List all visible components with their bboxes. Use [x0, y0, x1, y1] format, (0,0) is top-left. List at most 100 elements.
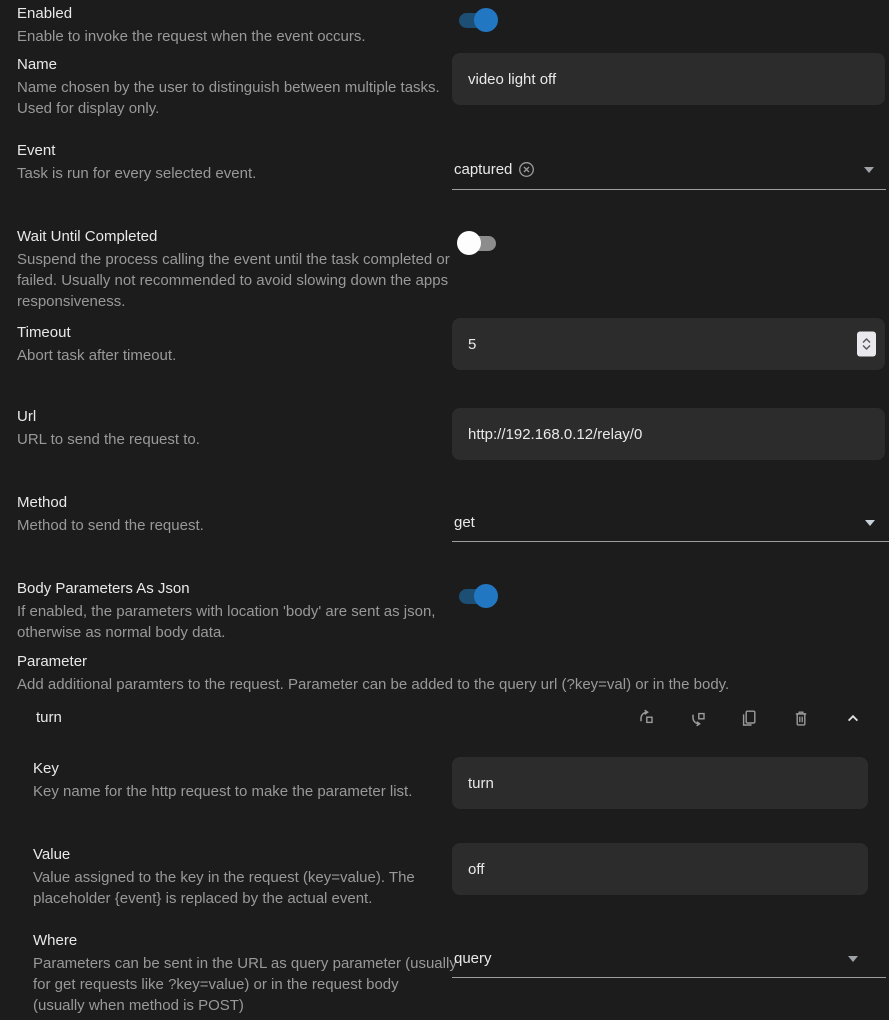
timeout-input[interactable] — [452, 318, 885, 370]
enabled-control-area — [452, 0, 889, 45]
event-label: Event — [17, 141, 452, 160]
key-label: Key — [33, 759, 452, 778]
duplicate-button[interactable] — [740, 709, 758, 727]
wait-text-block: Wait Until Completed Suspend the process… — [0, 210, 452, 318]
http-task-settings-form: Enabled Enable to invoke the request whe… — [0, 0, 889, 1020]
where-select[interactable]: query — [452, 940, 886, 978]
move-before-button[interactable] — [636, 709, 654, 727]
method-label: Method — [17, 493, 452, 512]
timeout-text-block: Timeout Abort task after timeout. — [0, 318, 452, 390]
key-control-area — [452, 740, 889, 830]
url-control-area — [452, 390, 889, 480]
method-select[interactable]: get — [452, 504, 889, 542]
chip-remove-icon[interactable] — [518, 161, 535, 178]
move-after-button[interactable] — [688, 709, 706, 727]
method-selected-value: get — [454, 514, 475, 531]
event-description: Task is run for every selected event. — [17, 163, 452, 184]
value-label: Value — [33, 845, 452, 864]
field-row-value: Value Value assigned to the key in the r… — [0, 830, 889, 920]
delete-button[interactable] — [792, 709, 810, 727]
event-select[interactable]: captured — [452, 150, 886, 190]
wait-description: Suspend the process calling the event un… — [17, 249, 452, 312]
move-after-icon — [688, 709, 706, 727]
parameter-text-block: Parameter Add additional paramters to th… — [0, 645, 889, 695]
method-control-area: get — [452, 480, 889, 560]
field-row-where: Where Parameters can be sent in the URL … — [0, 920, 889, 1020]
chevron-down-icon — [848, 956, 858, 962]
where-selected-value: query — [454, 950, 492, 967]
where-description: Parameters can be sent in the URL as que… — [33, 953, 452, 1016]
timeout-input-wrap — [452, 318, 885, 370]
key-text-block: Key Key name for the http request to mak… — [0, 740, 452, 830]
chevron-down-icon — [865, 520, 875, 526]
enabled-description: Enable to invoke the request when the ev… — [17, 26, 452, 47]
wait-control-area — [452, 210, 889, 318]
timeout-control-area — [452, 318, 889, 390]
enabled-label: Enabled — [17, 4, 452, 23]
parameter-section-header: Parameter Add additional paramters to th… — [0, 645, 889, 695]
value-description: Value assigned to the key in the request… — [33, 867, 452, 909]
value-input[interactable] — [452, 843, 868, 895]
delete-icon — [792, 709, 810, 727]
field-row-timeout: Timeout Abort task after timeout. — [0, 318, 889, 390]
field-row-key: Key Key name for the http request to mak… — [0, 740, 889, 830]
url-description: URL to send the request to. — [17, 429, 452, 450]
key-input[interactable] — [452, 757, 868, 809]
timeout-label: Timeout — [17, 323, 452, 342]
body-json-control-area — [452, 560, 889, 645]
wait-until-completed-toggle[interactable] — [459, 236, 496, 251]
url-text-block: Url URL to send the request to. — [0, 390, 452, 480]
duplicate-icon — [740, 709, 758, 727]
where-label: Where — [33, 931, 452, 950]
url-input[interactable] — [452, 408, 885, 460]
where-selected-value-wrap: query — [452, 940, 886, 977]
parameter-item-actions — [636, 709, 889, 727]
body-params-as-json-toggle[interactable] — [459, 589, 496, 604]
wait-label: Wait Until Completed — [17, 227, 452, 246]
toggle-knob — [457, 231, 481, 255]
event-text-block: Event Task is run for every selected eve… — [0, 126, 452, 210]
body-json-description: If enabled, the parameters with location… — [17, 601, 452, 643]
field-row-url: Url URL to send the request to. — [0, 390, 889, 480]
collapse-button[interactable] — [844, 709, 862, 727]
enabled-text-block: Enabled Enable to invoke the request whe… — [0, 0, 452, 45]
timeout-description: Abort task after timeout. — [17, 345, 452, 366]
value-text-block: Value Value assigned to the key in the r… — [0, 830, 452, 920]
key-description: Key name for the http request to make th… — [33, 781, 452, 802]
field-row-name: Name Name chosen by the user to distingu… — [0, 45, 889, 126]
parameter-label: Parameter — [17, 652, 889, 671]
stepper-down-icon[interactable] — [862, 345, 871, 351]
where-control-area: query — [452, 920, 889, 1020]
move-before-icon — [636, 709, 654, 727]
method-description: Method to send the request. — [17, 515, 452, 536]
field-row-enabled: Enabled Enable to invoke the request whe… — [0, 0, 889, 45]
event-selected-chip: captured — [452, 150, 886, 189]
name-text-block: Name Name chosen by the user to distingu… — [0, 45, 452, 126]
parameter-item-header: turn — [0, 695, 889, 740]
parameter-item-title: turn — [36, 709, 62, 726]
collapse-chevron-up-icon — [844, 709, 862, 727]
enabled-toggle[interactable] — [459, 13, 496, 28]
number-stepper[interactable] — [857, 332, 876, 357]
toggle-knob — [474, 8, 498, 32]
parameter-description: Add additional paramters to the request.… — [17, 674, 889, 695]
name-description: Name chosen by the user to distinguish b… — [17, 77, 452, 119]
body-json-label: Body Parameters As Json — [17, 579, 452, 598]
name-label: Name — [17, 55, 452, 74]
toggle-knob — [474, 584, 498, 608]
field-row-method: Method Method to send the request. get — [0, 480, 889, 560]
field-row-wait-until-completed: Wait Until Completed Suspend the process… — [0, 210, 889, 318]
where-text-block: Where Parameters can be sent in the URL … — [0, 920, 452, 1020]
body-json-text-block: Body Parameters As Json If enabled, the … — [0, 560, 452, 645]
name-control-area — [452, 45, 889, 126]
chevron-down-icon — [864, 167, 874, 173]
field-row-body-params-as-json: Body Parameters As Json If enabled, the … — [0, 560, 889, 645]
method-selected-value-wrap: get — [452, 504, 889, 541]
event-chip-label: captured — [454, 161, 512, 178]
name-input[interactable] — [452, 53, 885, 105]
event-control-area: captured — [452, 126, 889, 210]
stepper-up-icon[interactable] — [862, 338, 871, 344]
field-row-event: Event Task is run for every selected eve… — [0, 126, 889, 210]
value-control-area — [452, 830, 889, 920]
url-label: Url — [17, 407, 452, 426]
